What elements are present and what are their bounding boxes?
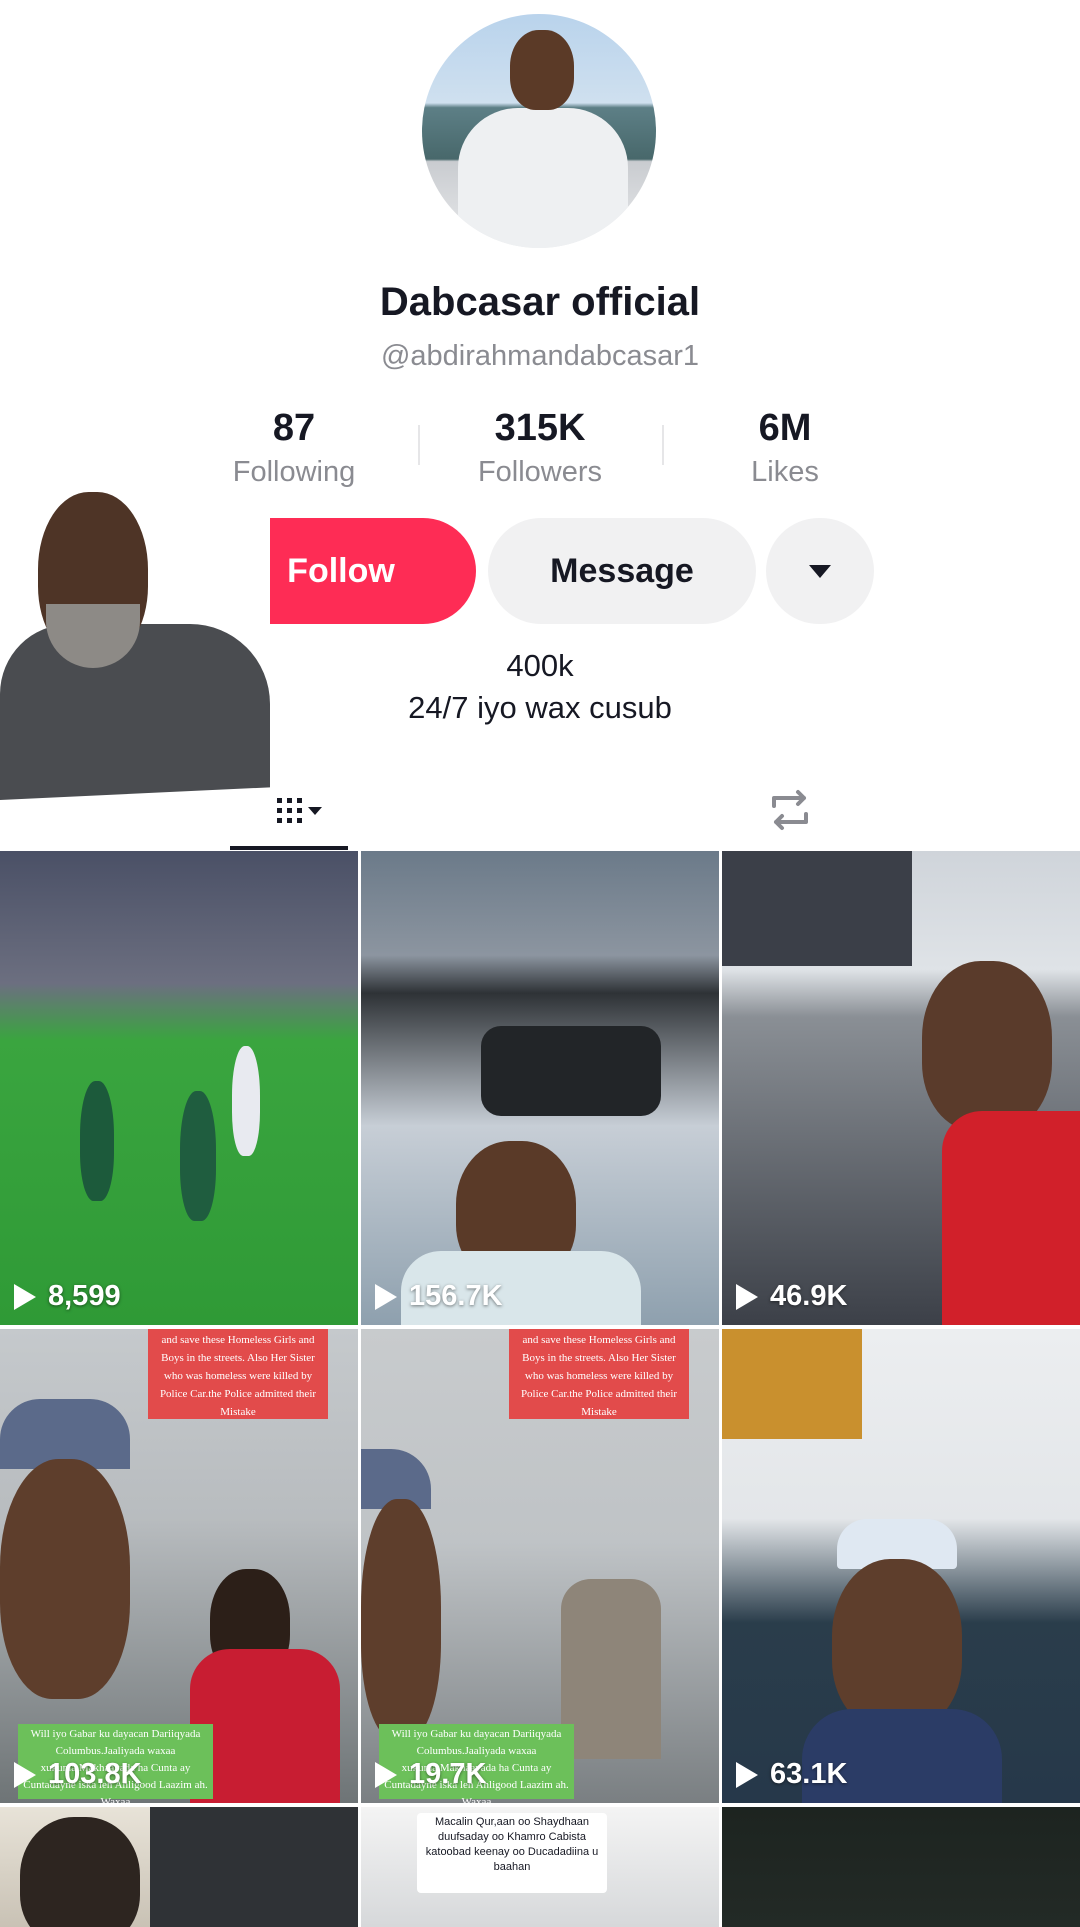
video-thumbnail[interactable]: and save these Homeless Girls and Boys i… (0, 1329, 358, 1803)
thumbnail-mirror (481, 1026, 661, 1116)
message-button[interactable]: Message (488, 518, 756, 624)
view-count: 19.7K (375, 1758, 486, 1791)
content-tabbar (0, 770, 1080, 850)
view-count: 156.7K (375, 1280, 503, 1313)
stat-likes[interactable]: 6M Likes (665, 407, 905, 489)
view-count: 8,599 (14, 1280, 121, 1313)
view-count-text: 103.8K (48, 1758, 142, 1790)
view-count-text: 19.7K (409, 1758, 487, 1790)
more-options-button[interactable] (766, 518, 874, 624)
stat-likes-value: 6M (758, 407, 812, 449)
view-count: 46.9K (736, 1280, 847, 1313)
thumbnail-figure-outside (561, 1579, 661, 1759)
video-thumbnail[interactable] (722, 1807, 1080, 1927)
thumbnail-inset (722, 851, 912, 966)
thumbnail-background (150, 1807, 358, 1927)
profile-avatar[interactable] (422, 14, 656, 248)
play-icon (375, 1283, 397, 1310)
video-thumbnail[interactable]: 63.1K (722, 1329, 1080, 1803)
view-count-text: 156.7K (409, 1280, 503, 1312)
view-count: 103.8K (14, 1758, 142, 1791)
caption-overlay-top: and save these Homeless Girls and Boys i… (148, 1329, 328, 1419)
tab-active-indicator (230, 846, 348, 850)
stat-divider (662, 425, 664, 465)
grid-icon (277, 798, 322, 823)
display-name: Dabcasar official (379, 280, 701, 324)
stat-followers-value: 315K (494, 407, 586, 449)
video-thumbnail[interactable]: 8,599 (0, 851, 358, 1325)
thumbnail-figure (361, 1499, 441, 1739)
tab-reposts[interactable] (750, 770, 830, 850)
video-thumbnail[interactable]: and save these Homeless Girls and Boys i… (361, 1329, 719, 1803)
stat-followers[interactable]: 315K Followers (420, 407, 660, 489)
thumbnail-figure (20, 1817, 140, 1927)
video-thumbnail[interactable]: 156.7K (361, 851, 719, 1325)
stat-followers-label: Followers (477, 456, 603, 488)
play-icon (14, 1761, 36, 1788)
view-count-text: 63.1K (770, 1758, 848, 1790)
thumbnail-jacket (942, 1111, 1080, 1325)
play-icon (14, 1283, 36, 1310)
play-icon (375, 1761, 397, 1788)
thumbnail-figure (0, 1459, 130, 1699)
username: @abdirahmandabcasar1 (380, 340, 700, 372)
view-count: 63.1K (736, 1758, 847, 1791)
view-count-text: 46.9K (770, 1280, 848, 1312)
caret-down-icon (809, 564, 831, 578)
stat-following-value: 87 (272, 407, 316, 449)
thumbnail-figure (232, 1046, 260, 1156)
thumbnail-figure (922, 961, 1052, 1131)
stat-following[interactable]: 87 Following (174, 407, 414, 489)
thumbnail-figure (832, 1559, 962, 1729)
tab-videos[interactable] (230, 770, 350, 850)
avatar-face (510, 30, 574, 110)
view-count-text: 8,599 (48, 1280, 121, 1312)
video-thumbnail[interactable] (0, 1807, 358, 1927)
thumbnail-inset (722, 1329, 862, 1439)
thumbnail-figure (80, 1081, 114, 1201)
thumbnail-figure (180, 1091, 216, 1221)
stat-likes-label: Likes (751, 456, 819, 488)
avatar-shirt (458, 108, 628, 248)
repost-icon (772, 790, 808, 830)
video-thumbnail[interactable]: Macalin Qur,aan oo Shaydhaan duufsaday o… (361, 1807, 719, 1927)
play-icon (736, 1283, 758, 1310)
video-thumbnail[interactable]: 46.9K (722, 851, 1080, 1325)
caption-overlay-top: and save these Homeless Girls and Boys i… (509, 1329, 689, 1419)
pip-video-overlay[interactable] (0, 484, 270, 800)
caption-overlay-top: Macalin Qur,aan oo Shaydhaan duufsaday o… (417, 1813, 607, 1893)
play-icon (736, 1761, 758, 1788)
